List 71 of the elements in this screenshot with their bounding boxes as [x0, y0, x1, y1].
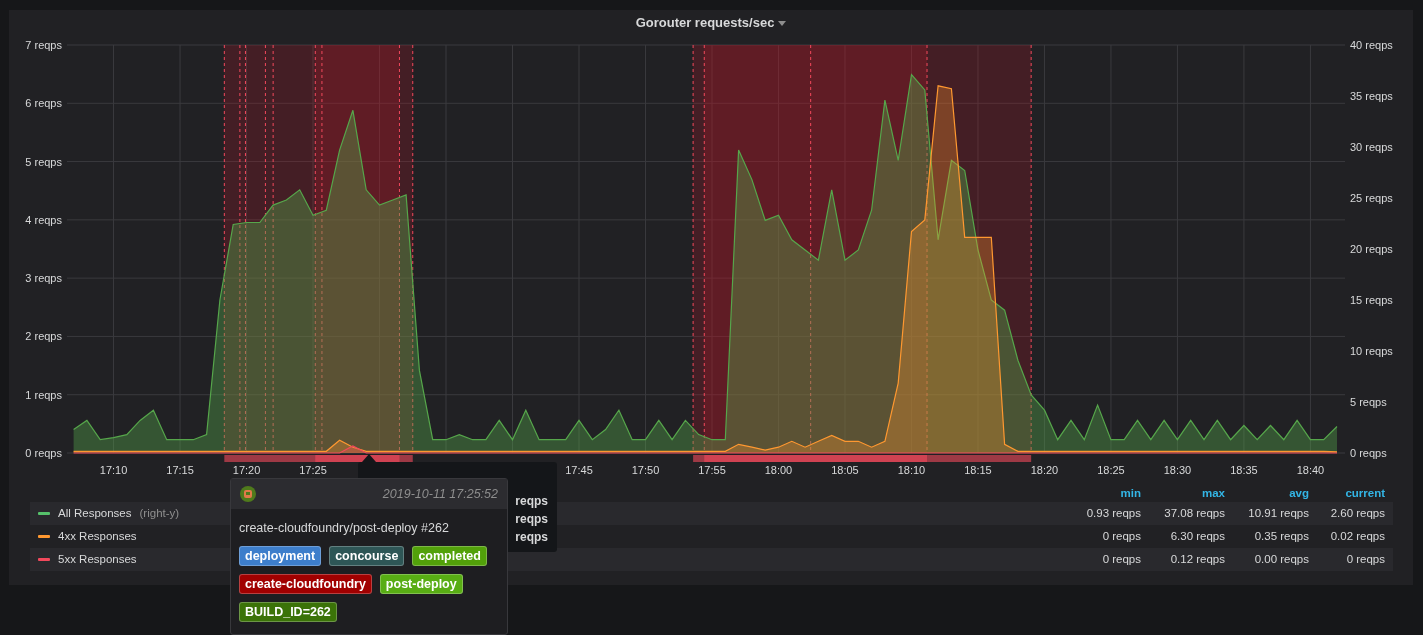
axis-label: 18:30 [1163, 464, 1192, 476]
annotation-tag: BUILD_ID=262 [239, 601, 337, 622]
axis-label: 0 reqps [25, 447, 62, 459]
axis-label: 1 reqps [25, 388, 62, 401]
legend-value: 10.91 reqps [1247, 505, 1309, 521]
axis-label: 18:20 [1030, 464, 1059, 476]
annotation-tag: deployment [239, 545, 322, 566]
annotation-text: create-cloudfoundry/post-deploy #262 [239, 520, 450, 537]
legend-value: 0.02 reqps [1329, 528, 1386, 544]
axis-label: 4 reqps [25, 213, 62, 226]
axis-label: 5 reqps [25, 155, 62, 168]
avatar-icon [240, 486, 256, 502]
annotation-tag: completed [412, 545, 487, 566]
axis-label: 17:25 [299, 464, 327, 476]
annotation-time: 2019-10-11 17:25:52 [382, 485, 498, 503]
annotation-tag: create-cloudfoundry [239, 573, 372, 594]
column-header: current [1344, 486, 1386, 502]
axis-label: 17:50 [631, 464, 660, 476]
axis-label: 35 reqps [1350, 90, 1393, 102]
axis-label: 6 reqps [25, 97, 62, 110]
axis-label: 17:20 [232, 464, 261, 476]
annotation-tag: concourse [329, 545, 405, 566]
legend-value: 2.60 reqps [1329, 505, 1386, 521]
tooltip-value: reqps [515, 529, 548, 546]
column-header: min [1119, 486, 1141, 502]
axis-label: 15 reqps [1350, 294, 1393, 306]
annotation-tag: post-deploy [379, 573, 463, 594]
legend-value: 6.30 reqps [1169, 528, 1225, 544]
tooltip-value: reqps [515, 511, 548, 528]
legend-value: 0 reqps [1101, 528, 1141, 544]
legend-value: 0 reqps [1345, 551, 1386, 567]
axis-label: 25 reqps [1350, 192, 1393, 204]
series-name[interactable]: All Responses [58, 504, 132, 523]
legend-value: 0 reqps [1101, 551, 1141, 567]
legend-value: 0.35 reqps [1253, 528, 1309, 544]
axis-label: 17:10 [99, 464, 128, 476]
axis-label: 0 reqps [1350, 447, 1387, 459]
axis-label: 18:10 [897, 464, 926, 476]
series-name[interactable]: 5xx Responses [58, 550, 137, 569]
annotation-marker[interactable] [315, 455, 400, 462]
axis-label: 20 reqps [1350, 243, 1393, 255]
column-header: max [1200, 486, 1225, 502]
axis-label: 18:15 [964, 464, 992, 476]
panel-title[interactable]: Gorouter requests/sec [635, 13, 775, 33]
axis-label: 18:25 [1097, 464, 1125, 476]
axis-label: 40 reqps [1350, 39, 1393, 51]
annotation-marker[interactable] [224, 455, 413, 462]
column-header: avg [1288, 486, 1309, 502]
annotation-marker[interactable] [704, 455, 927, 462]
axis-label: 18:35 [1230, 464, 1258, 476]
legend-value: 0.93 reqps [1085, 505, 1141, 521]
axis-note: (right-y) [139, 505, 180, 521]
axis-label: 17:55 [698, 464, 726, 476]
annotation-marker[interactable] [693, 455, 1032, 462]
axis-label: 2 reqps [25, 330, 62, 343]
axis-label: 7 reqps [25, 39, 62, 51]
tooltip-value: reqps [515, 493, 548, 510]
axis-label: 17:45 [565, 464, 593, 476]
axis-label: 3 reqps [25, 272, 62, 285]
caret-icon[interactable] [778, 20, 787, 26]
axis-label: 30 reqps [1350, 141, 1393, 153]
axis-label: 18:40 [1296, 464, 1325, 476]
legend-value: 0.12 reqps [1169, 551, 1225, 567]
series-name[interactable]: 4xx Responses [58, 527, 137, 546]
axis-label: 10 reqps [1350, 345, 1393, 357]
axis-label: 18:00 [764, 464, 793, 476]
axis-label: 18:05 [831, 464, 859, 476]
axis-label: 5 reqps [1350, 396, 1387, 408]
legend-value: 37.08 reqps [1163, 505, 1225, 521]
legend-value: 0.00 reqps [1253, 551, 1309, 567]
axis-label: 17:15 [166, 464, 194, 476]
